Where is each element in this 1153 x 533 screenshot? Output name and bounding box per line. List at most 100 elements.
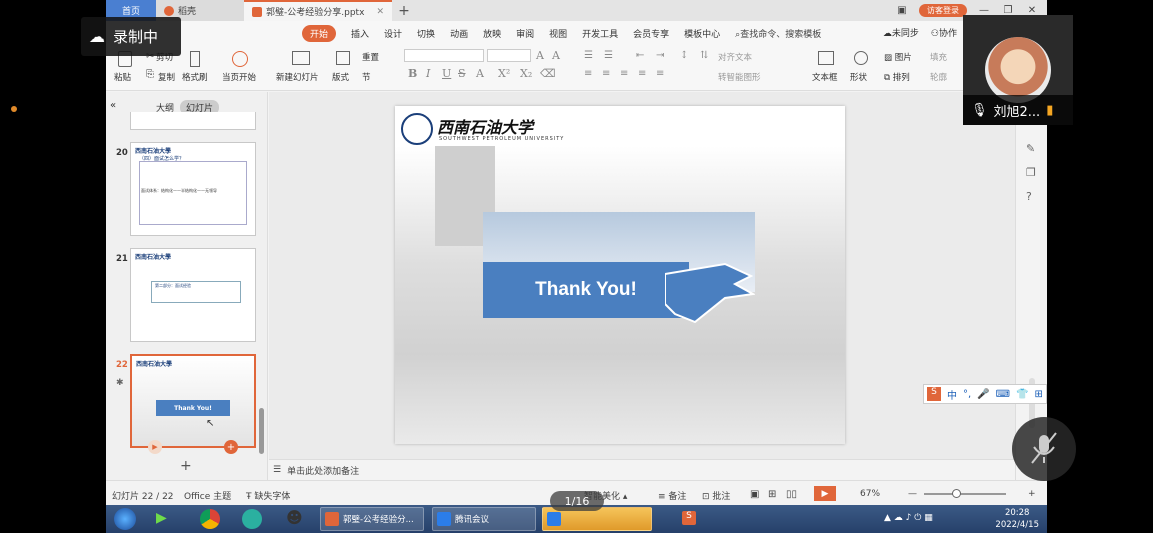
media-player-icon[interactable]: ▶ <box>156 510 167 526</box>
slide-thumb-19[interactable] <box>130 112 256 130</box>
font-shrink-icon[interactable]: A <box>552 49 560 62</box>
italic-icon[interactable]: I <box>426 67 430 80</box>
bold-icon[interactable]: B <box>408 67 417 80</box>
arrange-button[interactable]: ⧉ 排列 <box>884 71 910 83</box>
current-slide[interactable]: Thank You! 西南石油大学 SOUTHWEST PETROLEUM UN… <box>395 106 845 444</box>
align-center-icon[interactable]: ≡ <box>602 68 610 79</box>
menu-view[interactable]: 视图 <box>549 27 567 40</box>
textbox-button[interactable]: 文本框 <box>812 71 838 83</box>
strikethrough-icon[interactable]: S <box>458 67 466 80</box>
menu-start[interactable]: 开始 <box>302 24 337 42</box>
visitor-login-button[interactable]: 访客登录 <box>919 4 967 17</box>
menu-developer[interactable]: 开发工具 <box>582 27 618 40</box>
menu-template-center[interactable]: 模板中心 <box>684 27 720 40</box>
ime-toolbar[interactable]: S 中 °, 🎤 ⌨ 👕 ⊞ <box>923 384 1047 404</box>
reset-button[interactable]: 重置 <box>362 51 379 63</box>
menu-animation[interactable]: 动画 <box>450 27 468 40</box>
play-slide-icon[interactable]: ▶ <box>148 440 162 454</box>
from-current-button[interactable]: 当页开始 <box>222 71 256 83</box>
picture-button[interactable]: ▨ 图片 <box>884 51 912 63</box>
pin-icon[interactable]: ✎ <box>1026 142 1035 155</box>
menu-insert[interactable]: 插入 <box>351 27 369 40</box>
ime-skin-icon[interactable]: 👕 <box>1016 389 1028 400</box>
sogou-tray-icon[interactable]: S <box>682 511 696 525</box>
slide-thumb-22[interactable]: 西南石油大學 Thank You! ▶ + ↖ <box>130 354 256 454</box>
section-button[interactable]: 节 <box>362 71 371 83</box>
indent-decrease-icon[interactable]: ⇤ <box>636 50 644 61</box>
align-left-icon[interactable]: ≡ <box>584 68 592 79</box>
tray-icons[interactable]: ▲ ☁ ♪ ⏻ ▦ <box>884 513 933 523</box>
menu-slideshow[interactable]: 放映 <box>483 27 501 40</box>
missing-font-button[interactable]: Ŧ 缺失字体 <box>246 489 290 502</box>
menu-transition[interactable]: 切换 <box>417 27 435 40</box>
new-slide-icon[interactable] <box>292 51 310 65</box>
copy-icon[interactable]: ⎘ <box>146 69 154 80</box>
eraser-icon[interactable]: ⌫ <box>540 67 556 80</box>
justify-icon[interactable]: ≡ <box>638 68 646 79</box>
distribute-icon[interactable]: ≡ <box>656 68 664 79</box>
sync-button[interactable]: ☁未同步 <box>883 26 919 39</box>
indent-increase-icon[interactable]: ⇥ <box>656 50 664 61</box>
taskbar-meeting[interactable]: 腾讯会议 <box>432 507 536 531</box>
start-icon[interactable] <box>114 508 136 530</box>
clock[interactable]: 20:28 2022/4/15 <box>995 507 1039 531</box>
participant-video[interactable]: 🎙 刘旭2... ▮ <box>963 15 1073 125</box>
paste-button[interactable]: 粘贴 <box>114 71 131 83</box>
format-painter-button[interactable]: 格式刷 <box>182 71 208 83</box>
ime-punct-icon[interactable]: °, <box>963 389 971 400</box>
outline-button[interactable]: 轮廓 <box>930 71 947 83</box>
collapse-panel-icon[interactable]: « <box>110 100 116 111</box>
reading-view-icon[interactable]: ▯▯ <box>786 489 797 500</box>
theme-name[interactable]: Office 主题 <box>184 489 231 502</box>
qq-icon[interactable]: ☻ <box>286 508 303 527</box>
new-tab-button[interactable]: + <box>392 0 416 21</box>
bullets-icon[interactable]: ☰ <box>584 50 593 61</box>
numbering-icon[interactable]: ☰ <box>604 50 613 61</box>
layout-icon[interactable] <box>336 51 350 65</box>
sorter-view-icon[interactable]: ⊞ <box>768 489 776 500</box>
fill-button[interactable]: 填充 <box>930 51 947 63</box>
slideshow-play-icon[interactable]: ▶ <box>814 486 836 501</box>
smartart-button[interactable]: 转智能图形 <box>718 71 761 83</box>
ime-keyboard-icon[interactable]: ⌨ <box>996 389 1010 400</box>
ime-voice-icon[interactable]: 🎤 <box>977 389 989 400</box>
zoom-out-icon[interactable]: — <box>908 489 917 499</box>
subscript-icon[interactable]: X₂ <box>520 67 532 80</box>
font-color-icon[interactable]: A <box>476 67 484 80</box>
layout-button[interactable]: 版式 <box>332 71 349 83</box>
new-slide-button[interactable]: 新建幻灯片 <box>276 71 319 83</box>
line-spacing-icon[interactable]: ↕ <box>680 50 688 61</box>
close-tab-icon[interactable]: ✕ <box>376 7 384 17</box>
ime-menu-icon[interactable]: ⊞ <box>1035 389 1043 400</box>
align-right-icon[interactable]: ≡ <box>620 68 628 79</box>
zoom-slider[interactable] <box>924 493 1006 495</box>
notes-button[interactable]: ≡ 备注 <box>658 489 686 502</box>
mute-mic-button[interactable] <box>1012 417 1076 481</box>
window-icon[interactable]: ❐ <box>1026 166 1036 179</box>
slide-thumb-21[interactable]: 西南石油大學 第二部分：面试经验 <box>130 248 256 342</box>
superscript-icon[interactable]: X² <box>498 67 510 80</box>
font-size-select[interactable] <box>487 49 531 62</box>
zoom-in-icon[interactable]: + <box>1028 489 1036 499</box>
menu-member[interactable]: 会员专享 <box>633 27 669 40</box>
underline-icon[interactable]: U <box>442 67 451 80</box>
zoom-slider-handle[interactable] <box>952 489 961 498</box>
tab-document[interactable]: 郭璧-公考经验分享.pptx ✕ <box>244 0 392 21</box>
shape-button[interactable]: 形状 <box>850 71 867 83</box>
ime-chinese-icon[interactable]: 中 <box>947 387 957 402</box>
textbox-icon[interactable] <box>818 51 834 65</box>
panel-scrollbar[interactable] <box>259 408 264 454</box>
add-slide-icon[interactable]: + <box>224 440 238 454</box>
font-grow-icon[interactable]: A <box>536 49 544 62</box>
font-name-select[interactable] <box>404 49 484 62</box>
shape-icon[interactable] <box>854 51 868 65</box>
command-search[interactable]: ⌕查找命令、搜索模板 <box>735 27 821 40</box>
browser-icon[interactable] <box>242 509 262 529</box>
normal-view-icon[interactable]: ▣ <box>750 489 759 500</box>
zoom-level[interactable]: 67% <box>860 489 880 499</box>
help-icon[interactable]: ? <box>1026 190 1032 203</box>
notes-bar[interactable]: ☰ 单击此处添加备注 <box>269 459 1015 480</box>
brush-icon[interactable] <box>190 51 200 67</box>
play-circle-icon[interactable] <box>232 51 248 67</box>
collab-button[interactable]: ⚇协作 <box>931 26 957 39</box>
